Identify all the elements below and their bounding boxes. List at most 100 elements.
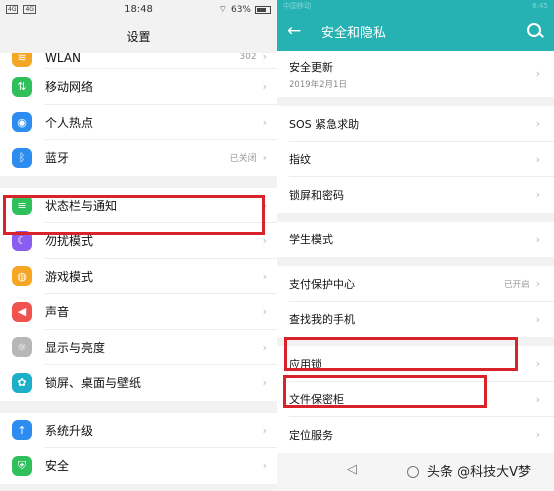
group-gap [277,97,554,106]
page-title: 设置 [0,19,277,53]
status-time-right: 6:45 [532,1,548,10]
settings-item-label: 安全 [45,459,70,474]
security-item-label: 学生模式 [289,233,333,247]
security-item[interactable]: 锁屏和密码 › [277,177,554,213]
chevron-right-icon: › [535,117,540,131]
group-gap [0,175,277,188]
brightness-icon: ☼ [12,337,32,358]
highlight-box-file-safe [283,375,487,408]
chevron-right-icon: › [262,376,267,390]
settings-item[interactable]: ↑ 系统升级 › [0,413,277,449]
settings-group: SOS 紧急求助 › 指纹 › 锁屏和密码 › [277,106,554,213]
chevron-right-icon: › [535,312,540,326]
security-privacy-screen: 中国移动 6:45 ← 安全和隐私 安全更新 2019年2月1日 › SOS 紧急求助… [277,0,554,491]
settings-item[interactable]: ☼ 显示与亮度 › [0,330,277,366]
group-gap [0,400,277,413]
chevron-right-icon: › [535,392,540,406]
status-bar: 4G 4G 18:48 ⌔ 63% [0,0,277,19]
security-item[interactable]: 支付保护中心 已开启 › [277,266,554,302]
security-item-label: 安全更新 [289,60,333,74]
settings-item[interactable]: ◀ 声音 › [0,294,277,330]
settings-item[interactable]: ⛨ 安全 › [0,448,277,484]
settings-item-label: 移动网络 [45,80,94,95]
chevron-right-icon: › [535,428,540,442]
security-item[interactable]: 指纹 › [277,142,554,178]
chevron-right-icon: › [262,151,267,165]
settings-item-label: 声音 [45,305,70,320]
settings-group: ↑ 系统升级 › ⛨ 安全 › [0,412,277,484]
watermark-text: 头条 @科技大V梦 [427,465,532,480]
chevron-right-icon: › [535,232,540,246]
settings-group: ≋ WLAN 302 › ⇅ 移动网络 › ◉ 个人热点 › ᛒ 蓝牙 已关闭 › [0,53,277,176]
highlight-box-app-lock [284,337,518,371]
page-title-right: 安全和隐私 [321,25,387,41]
security-item-label: 支付保护中心 [289,277,355,291]
chevron-right-icon: › [262,115,267,129]
bluetooth-icon: ᛒ [12,147,32,168]
settings-group: 支付保护中心 已开启 › 查找我的手机 › [277,266,554,337]
settings-item-label: 锁屏、桌面与壁纸 [45,376,142,391]
chevron-right-icon: › [262,459,267,473]
chevron-right-icon: › [262,80,267,94]
security-item-label: 指纹 [289,153,311,167]
settings-item-label: WLAN [45,53,82,65]
security-item[interactable]: 学生模式 › [277,222,554,258]
settings-item-label: 蓝牙 [45,151,70,166]
status-time: 18:48 [124,4,153,15]
group-gap [277,257,554,266]
settings-item-label: 游戏模式 [45,269,94,284]
security-icon: ⛨ [12,455,32,476]
navigation-bar: ◁ 头条 @科技大V梦 [277,453,554,491]
chevron-right-icon: › [535,188,540,202]
settings-screen: 4G 4G 18:48 ⌔ 63% 设置 ≋ WLAN 302 › ⇅ 移动网络 › ◉ 个人热… [0,0,277,491]
battery-icon [255,5,271,14]
chevron-right-icon: › [262,53,267,63]
update-icon: ↑ [12,420,32,441]
group-gap [277,212,554,222]
search-icon[interactable] [524,21,544,41]
nav-home-icon[interactable] [407,466,419,478]
settings-group: 学生模式 › [277,221,554,258]
settings-item-value: 302 [239,53,257,62]
gamepad-icon: ◍ [12,266,32,287]
carrier-label: 中国移动 [283,1,311,10]
sound-icon: ◀ [12,301,32,322]
settings-item[interactable]: ⇅ 移动网络 › [0,69,277,105]
security-item-label: 定位服务 [289,428,333,442]
nav-back-icon[interactable]: ◁ [347,462,357,477]
chevron-right-icon: › [262,234,267,248]
chevron-right-icon: › [262,423,267,437]
back-arrow-icon[interactable]: ← [287,21,313,41]
hotspot-icon: ◉ [12,112,32,133]
security-item-subtitle: 2019年2月1日 [289,79,347,90]
palette-icon: ✿ [12,372,32,393]
security-item[interactable]: 定位服务 › [277,417,554,453]
settings-item-value: 已关闭 [229,154,257,165]
chevron-right-icon: › [535,67,540,80]
wifi-icon: ≋ [12,53,32,67]
settings-item[interactable]: ◉ 个人热点 › [0,105,277,141]
chevron-right-icon: › [262,269,267,283]
settings-group: 安全更新 2019年2月1日 › [277,51,554,97]
highlight-box-notifications [3,195,265,235]
status-bar-right: 中国移动 6:45 [277,0,554,11]
chevron-right-icon: › [535,277,540,291]
security-item-value: 已开启 [504,279,530,290]
settings-item[interactable]: ᛒ 蓝牙 已关闭 › [0,140,277,176]
settings-item[interactable]: ◍ 游戏模式 › [0,259,277,295]
security-item[interactable]: SOS 紧急求助 › [277,106,554,142]
chevron-right-icon: › [262,305,267,319]
chevron-right-icon: › [535,357,540,371]
security-item-label: 锁屏和密码 [289,188,344,202]
settings-item[interactable]: ✿ 锁屏、桌面与壁纸 › [0,365,277,401]
settings-item-label: 个人热点 [45,115,94,130]
network-icon: ⇅ [12,76,32,97]
security-item-label: SOS 紧急求助 [289,117,360,131]
settings-item-label: 显示与亮度 [45,340,106,355]
settings-item[interactable]: ≋ WLAN 302 › [0,53,277,69]
app-header: ← 安全和隐私 [277,11,554,51]
security-item-label: 查找我的手机 [289,313,355,327]
security-item[interactable]: 安全更新 2019年2月1日 › [277,51,554,97]
security-item[interactable]: 查找我的手机 › [277,302,554,338]
chevron-right-icon: › [262,340,267,354]
